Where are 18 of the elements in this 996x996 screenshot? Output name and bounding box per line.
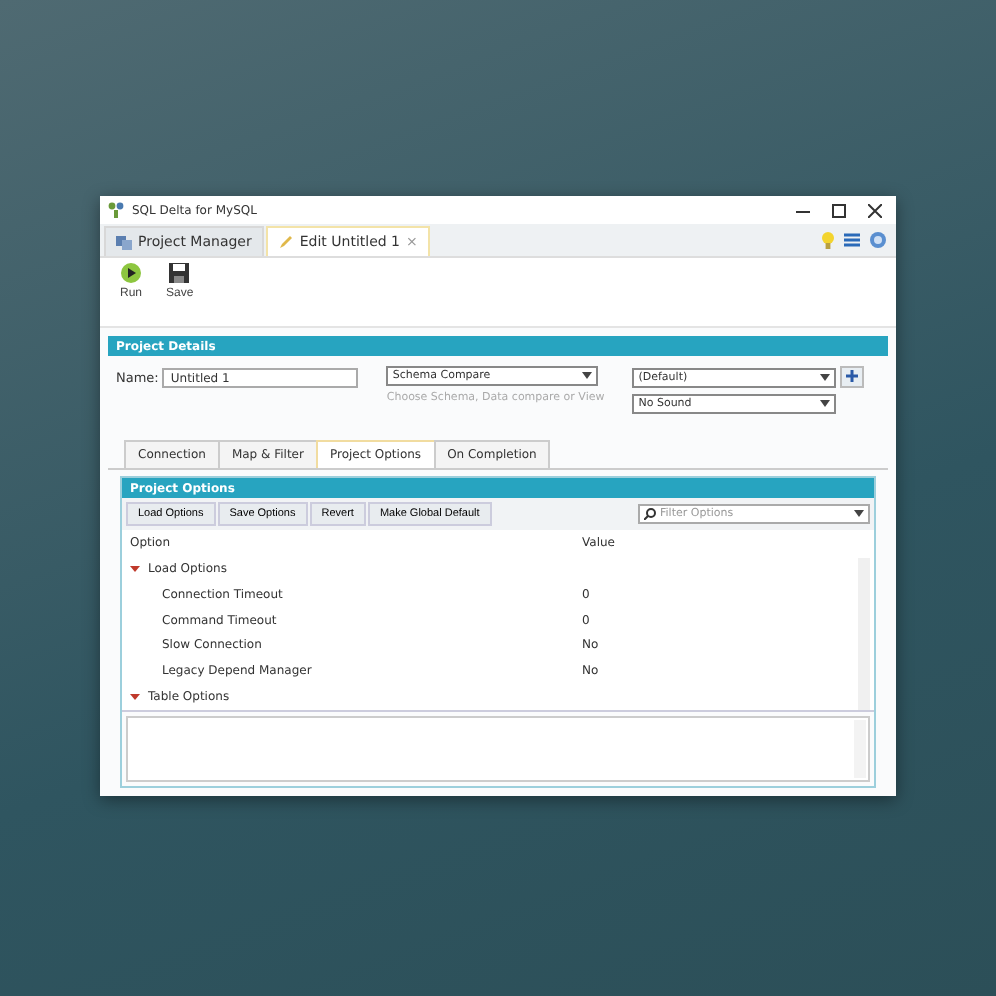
dropdown-arrow-icon [582,372,593,380]
collapse-arrow-icon[interactable] [130,563,140,574]
collapse-arrow-icon[interactable] [130,692,140,703]
dropdown-arrow-icon [820,373,831,381]
menu-icon[interactable] [844,231,860,247]
close-icon[interactable] [867,203,881,217]
help-icon[interactable] [870,231,886,247]
maximize-icon[interactable] [831,203,845,217]
pencil-icon [277,234,294,250]
search-icon [644,508,656,520]
play-icon [120,262,142,284]
scrollbar[interactable] [858,558,870,710]
project-icon [116,234,132,250]
plus-icon [846,370,859,382]
dropdown-arrow-icon [820,400,831,408]
dropdown-arrow-icon [854,510,864,518]
add-button[interactable] [840,366,865,388]
app-logo-icon [108,202,124,218]
